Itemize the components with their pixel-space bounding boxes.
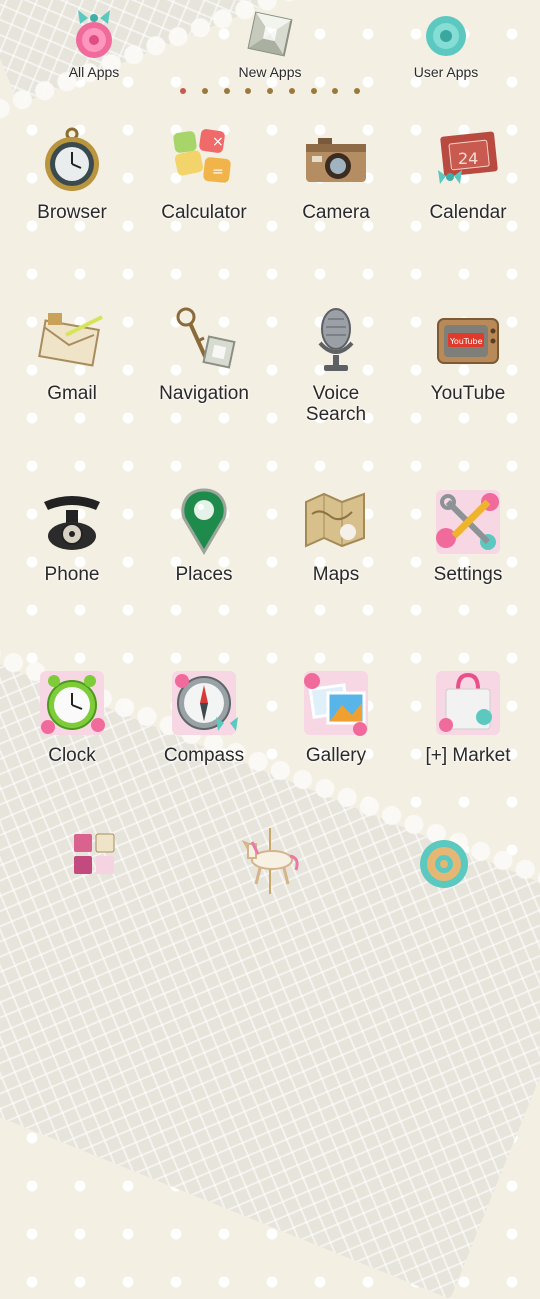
app-clock[interactable]: Clock <box>6 661 138 842</box>
calculator-tiles-icon: × = <box>168 124 240 196</box>
app-grid: Browser × = Calculator Camera 24 Calenda… <box>6 118 534 842</box>
tab-new-apps[interactable]: New Apps <box>210 6 330 80</box>
page-dot <box>310 88 317 94</box>
pink-flower-bow-icon <box>66 6 122 62</box>
app-label: Settings <box>433 564 503 585</box>
app-places[interactable]: Places <box>138 480 270 661</box>
rotary-phone-icon <box>36 486 108 558</box>
app-label: Phone <box>44 564 100 585</box>
compass-icon <box>168 667 240 739</box>
page-dot <box>245 88 252 94</box>
app-label: [+] Market <box>425 745 511 766</box>
app-phone[interactable]: Phone <box>6 480 138 661</box>
calendar-day-text: 24 <box>458 149 478 168</box>
map-icon <box>300 486 372 558</box>
app-row: Gmail Navigation Voice Search YouTube Yo… <box>6 299 534 480</box>
app-maps[interactable]: Maps <box>270 480 402 661</box>
page-dot <box>288 88 295 94</box>
vintage-camera-icon <box>300 124 372 196</box>
tab-all-apps[interactable]: All Apps <box>34 6 154 80</box>
page-dot <box>180 88 186 94</box>
app-row: Browser × = Calculator Camera 24 Calenda… <box>6 118 534 299</box>
microphone-icon <box>300 305 372 377</box>
photo-frame-icon <box>300 667 372 739</box>
app-label: Compass <box>163 745 245 766</box>
app-row: Clock Compass Gallery [+] Market <box>6 661 534 842</box>
app-label: Camera <box>302 202 370 223</box>
gear-flower-icon <box>404 826 484 896</box>
app-label: YouTube <box>430 383 506 404</box>
app-row: Phone Places Maps Settings <box>6 480 534 661</box>
svg-text:×: × <box>212 134 224 150</box>
app-settings[interactable]: Settings <box>402 480 534 661</box>
app-label: Places <box>175 564 233 585</box>
vintage-tv-icon: YouTube <box>432 305 504 377</box>
app-market[interactable]: [+] Market <box>402 661 534 842</box>
page-dot <box>201 88 208 94</box>
tab-label: User Apps <box>413 64 479 80</box>
green-pin-icon <box>168 486 240 558</box>
dock-app-drawer-button[interactable] <box>56 826 136 896</box>
app-label: Gallery <box>305 745 367 766</box>
dock <box>0 822 540 900</box>
app-navigation[interactable]: Navigation <box>138 299 270 480</box>
app-grid-icon <box>56 826 136 896</box>
carousel-horse-icon <box>230 826 310 896</box>
gem-icon <box>242 6 298 62</box>
teal-flower-icon <box>418 6 474 62</box>
tab-user-apps[interactable]: User Apps <box>386 6 506 80</box>
app-gallery[interactable]: Gallery <box>270 661 402 842</box>
dock-home-button[interactable] <box>230 826 310 896</box>
tab-label: New Apps <box>238 64 302 80</box>
app-compass[interactable]: Compass <box>138 661 270 842</box>
dock-settings-button[interactable] <box>404 826 484 896</box>
shopping-bag-icon <box>432 667 504 739</box>
app-calculator[interactable]: × = Calculator <box>138 118 270 299</box>
svg-text:=: = <box>212 164 224 180</box>
app-label: Calendar <box>429 202 507 223</box>
app-label: Calculator <box>161 202 247 223</box>
app-label: Clock <box>48 745 96 766</box>
key-gem-icon <box>168 305 240 377</box>
tv-screen-text: YouTube <box>449 337 483 346</box>
page-dot <box>354 88 360 94</box>
page-dot <box>332 88 339 94</box>
page-dot <box>267 88 273 94</box>
pocket-watch-icon <box>36 124 108 196</box>
app-label: Voice Search <box>305 383 367 425</box>
app-gmail[interactable]: Gmail <box>6 299 138 480</box>
tools-flowers-icon <box>432 486 504 558</box>
app-label: Navigation <box>159 383 249 404</box>
page-dot <box>223 88 230 94</box>
calendar-card-icon: 24 <box>432 124 504 196</box>
app-youtube[interactable]: YouTube YouTube <box>402 299 534 480</box>
app-label: Maps <box>312 564 360 585</box>
app-browser[interactable]: Browser <box>6 118 138 299</box>
envelope-pen-icon <box>36 305 108 377</box>
page-indicator <box>180 88 360 98</box>
app-camera[interactable]: Camera <box>270 118 402 299</box>
app-label: Browser <box>37 202 107 223</box>
app-calendar[interactable]: 24 Calendar <box>402 118 534 299</box>
alarm-clock-icon <box>36 667 108 739</box>
tab-label: All Apps <box>68 64 120 80</box>
app-voice-search[interactable]: Voice Search <box>270 299 402 480</box>
app-label: Gmail <box>47 383 97 404</box>
